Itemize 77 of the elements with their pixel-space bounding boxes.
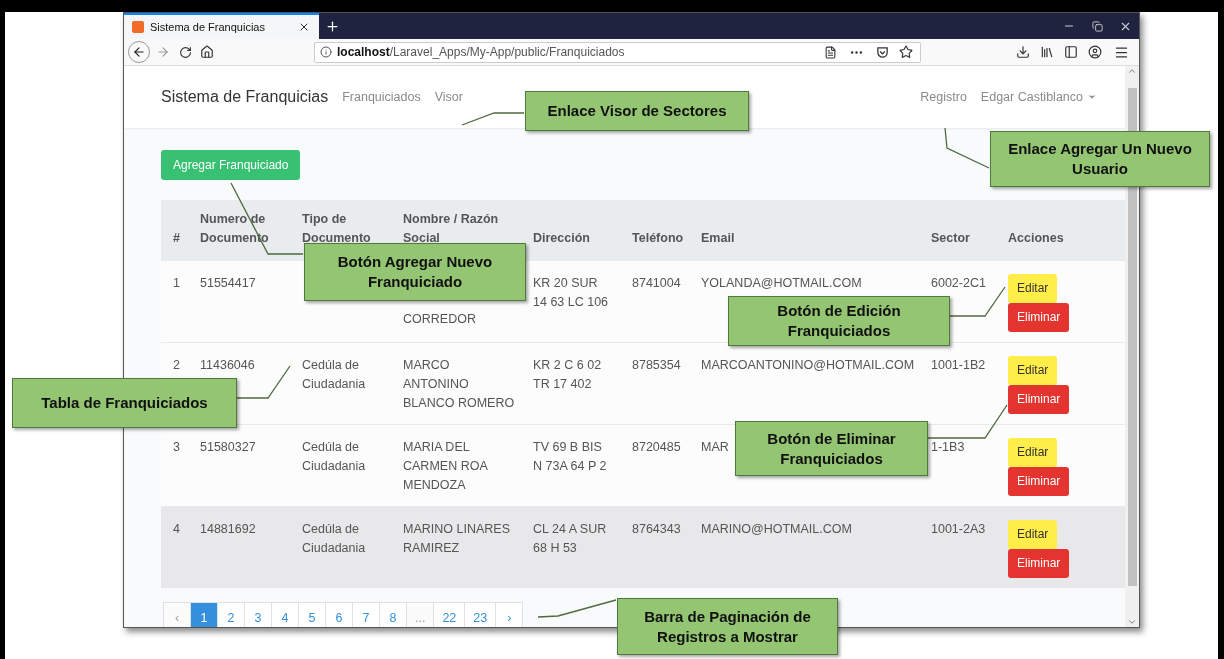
table-cell-text: 4	[173, 520, 180, 538]
page-link[interactable]: 4	[271, 602, 299, 627]
page-link[interactable]: 6	[325, 602, 353, 627]
table-cell-text: 1-1B3	[931, 438, 965, 456]
leader-line	[944, 127, 990, 169]
table-cell-text: MARCOANTONINO@HOTMAIL.COM	[701, 356, 915, 374]
table-cell-text: CORREDOR	[403, 310, 476, 328]
delete-button[interactable]: Eliminar	[1008, 384, 1070, 414]
nav-link[interactable]: Visor	[434, 90, 463, 104]
table-cell-text: 8720485	[632, 438, 681, 456]
page-link[interactable]: 3	[244, 602, 272, 627]
delete-button[interactable]: Eliminar	[1008, 466, 1070, 496]
annotation-callout: Botón de Eliminar Franquiciados	[735, 421, 928, 476]
table-cell-text: KR 2 C 6 02 TR 17 402	[533, 356, 602, 393]
table-cell-text: YOLANDA@HOTMAIL.COM	[701, 274, 862, 292]
table-cell-text: MARCO ANTONINO BLANCO ROMERO	[403, 356, 515, 412]
table-cell-text: 1	[173, 274, 180, 292]
table-cell-text: 51580327	[200, 438, 256, 456]
nav-link[interactable]: Registro	[920, 90, 967, 104]
page-link[interactable]: ›	[495, 602, 524, 627]
table-cell-text: 3	[173, 438, 180, 456]
table-cell-text: KR 20 SUR 14 63 LC 106	[533, 274, 609, 311]
edit-button[interactable]: Editar	[1008, 273, 1058, 303]
table-cell-text: 51554417	[200, 274, 256, 292]
nav-link[interactable]: Franquiciados	[342, 90, 421, 104]
column-header: #	[161, 200, 200, 260]
table-cell-text: TV 69 B BIS N 73A 64 P 2	[533, 438, 607, 475]
edit-button[interactable]: Editar	[1008, 437, 1058, 467]
column-header: Teléfono	[632, 200, 701, 260]
annotation-callout: Enlace Visor de Sectores	[525, 91, 749, 131]
page-link[interactable]: 5	[298, 602, 326, 627]
edit-button[interactable]: Editar	[1008, 355, 1058, 385]
browser-tab[interactable]: Sistema de Franquicias	[124, 13, 319, 39]
page-link[interactable]: 1	[190, 602, 218, 627]
page-link[interactable]: 7	[352, 602, 380, 627]
add-franchisee-button[interactable]: Agregar Franquiciado	[161, 150, 301, 180]
table-cell-text: 8785354	[632, 356, 681, 374]
annotation-callout: Barra de Paginación de Registros a Mostrar	[617, 598, 838, 655]
table-cell-text: MARINO LINARES RAMIREZ	[403, 520, 510, 557]
edit-button[interactable]: Editar	[1008, 519, 1058, 549]
favicon-icon	[132, 21, 144, 33]
table-cell-text: 1001-2A3	[931, 520, 986, 538]
column-header: Sector	[931, 200, 1008, 260]
column-header: Dirección	[533, 200, 632, 260]
page-link[interactable]: 23	[464, 602, 497, 627]
annotation-callout: Botón Agregar Nuevo Franquiciado	[304, 243, 526, 301]
annotation-callout: Botón de Edición Franquiciados	[728, 296, 950, 346]
table-cell-text: 11436046	[200, 356, 255, 374]
table-cell-text: 8741004	[632, 274, 681, 292]
table-cell-text: Cedúla de Ciudadania	[302, 520, 366, 557]
address-bar[interactable]: localhost/Laravel_Apps/My-App/public/Franquiciados	[314, 41, 921, 63]
table-cell-text: 6002-2C1	[931, 274, 986, 292]
table-cell-text: 1001-1B2	[931, 356, 986, 374]
caret-icon	[1087, 92, 1097, 102]
table-cell-text: 8764343	[632, 520, 681, 538]
column-header: Email	[701, 200, 931, 260]
user-menu[interactable]: Edgar Castiblanco	[980, 90, 1097, 104]
leader-line	[461, 112, 525, 126]
annotation-callout: Tabla de Franquiciados	[12, 378, 237, 428]
table-cell-text: CL 24 A SUR 68 H 53	[533, 520, 607, 557]
leader-line	[949, 286, 1006, 317]
column-header: Acciones	[1008, 200, 1125, 260]
table-cell-text: 14881692	[200, 520, 256, 538]
table-cell-text: MAR	[701, 438, 729, 456]
table-cell-text: Cedúla de Ciudadania	[302, 438, 366, 475]
page-link[interactable]: 22	[433, 602, 466, 627]
page-link[interactable]: 8	[379, 602, 407, 627]
tab-title: Sistema de Franquicias	[150, 21, 266, 33]
page-link[interactable]: 2	[217, 602, 245, 627]
table-cell-text: Cedúla de Ciudadania	[302, 356, 366, 393]
annotation-callout: Enlace Agregar Un Nuevo Usuario	[990, 131, 1210, 187]
delete-button[interactable]: Eliminar	[1008, 302, 1070, 332]
table-cell-text: MARIA DEL CARMEN ROA MENDOZA	[403, 438, 488, 494]
table-cell-text: MARINO@HOTMAIL.COM	[701, 520, 852, 538]
brand-name[interactable]: Sistema de Franquicias	[161, 88, 329, 106]
delete-button[interactable]: Eliminar	[1008, 548, 1070, 578]
table-cell-text: 2	[173, 356, 180, 374]
